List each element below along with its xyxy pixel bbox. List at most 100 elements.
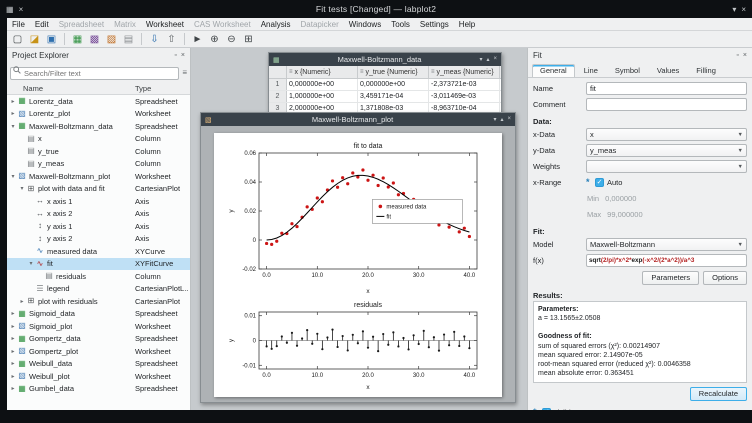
tree-item-x-axis-2[interactable]: ↔x axis 2Axis <box>7 208 190 221</box>
name-column-header[interactable]: Name <box>23 84 43 93</box>
menu-settings[interactable]: Settings <box>415 20 454 29</box>
name-input[interactable] <box>586 82 747 95</box>
window-close-icon[interactable]: × <box>507 116 511 123</box>
tree-item-gumbel-data[interactable]: ▸▦Gumbel_dataSpreadsheet <box>7 383 190 396</box>
expand-arrow-icon[interactable]: ▾ <box>18 185 26 192</box>
new-matrix-icon[interactable]: ▩ <box>87 32 102 46</box>
tree-item-y-true[interactable]: ▤y_trueColumn <box>7 145 190 158</box>
options-button[interactable]: Options <box>703 271 747 285</box>
menu-analysis[interactable]: Analysis <box>256 20 296 29</box>
sheet-cell[interactable]: 3,459171e-04 <box>358 91 429 102</box>
zoom-in-icon[interactable]: ⊕ <box>207 32 222 46</box>
tree-item-plot-with-data-and-fit[interactable]: ▾⊞plot with data and fitCartesianPlot <box>7 183 190 196</box>
tab-line[interactable]: Line <box>576 64 606 77</box>
sheet-cell[interactable]: 0,000000e+00 <box>358 79 429 90</box>
expand-arrow-icon[interactable]: ▸ <box>9 335 17 342</box>
tree-item-weibull-plot[interactable]: ▸▧Weibull_plotWorksheet <box>7 370 190 383</box>
recalculate-button[interactable]: Recalculate <box>690 387 747 401</box>
tab-filling[interactable]: Filling <box>688 64 724 77</box>
y-data-combobox[interactable]: y_meas ▼ <box>586 144 747 157</box>
expand-arrow-icon[interactable]: ▾ <box>9 123 17 130</box>
model-combobox[interactable]: Maxwell-Boltzmann ▼ <box>586 238 747 251</box>
window-shade-icon[interactable]: ▾ <box>732 5 736 14</box>
tree-item-sigmoid-data[interactable]: ▸▦Sigmoid_dataSpreadsheet <box>7 308 190 321</box>
expand-arrow-icon[interactable]: ▸ <box>9 310 17 317</box>
weights-combobox[interactable]: ▼ <box>586 160 747 173</box>
sheet-cell[interactable]: 0,000000e+00 <box>287 79 358 90</box>
expand-arrow-icon[interactable]: ▸ <box>9 373 17 380</box>
menu-edit[interactable]: Edit <box>30 20 54 29</box>
tree-item-sigmoid-plot[interactable]: ▸▧Sigmoid_plotWorksheet <box>7 320 190 333</box>
tree-item-plot-with-residuals[interactable]: ▸⊞plot with residualsCartesianPlot <box>7 295 190 308</box>
tab-values[interactable]: Values <box>649 64 687 77</box>
new-project-icon[interactable]: ▢ <box>10 32 25 46</box>
tree-item-gompertz-plot[interactable]: ▸▧Gompertz_plotWorksheet <box>7 345 190 358</box>
tree-item-measured-data[interactable]: ∿measured dataXYCurve <box>7 245 190 258</box>
tree-item-y-meas[interactable]: ▤y_measColumn <box>7 158 190 171</box>
import-data-icon[interactable]: ⇩ <box>147 32 162 46</box>
expand-arrow-icon[interactable]: ▾ <box>9 173 17 180</box>
type-column-header[interactable]: Type <box>135 84 151 93</box>
open-project-icon[interactable]: ◪ <box>27 32 42 46</box>
sheet-column-header[interactable]: ≡y_true {Numeric} <box>358 66 429 78</box>
new-worksheet-icon[interactable]: ▨ <box>104 32 119 46</box>
comment-input[interactable] <box>586 98 747 111</box>
menu-file[interactable]: File <box>7 20 30 29</box>
tab-symbol[interactable]: Symbol <box>607 64 648 77</box>
fit-plot[interactable]: fit to data0.010.020.030.040.0-0.0200.02… <box>225 137 490 300</box>
sheet-corner[interactable] <box>269 66 287 78</box>
tree-item-x-axis-1[interactable]: ↔x axis 1Axis <box>7 195 190 208</box>
new-note-icon[interactable]: ▤ <box>121 32 136 46</box>
filter-options-icon[interactable]: ≡ <box>182 68 187 77</box>
tree-item-y-axis-1[interactable]: ↕y axis 1Axis <box>7 220 190 233</box>
sheet-cell[interactable]: -3,011469e-03 <box>429 91 500 102</box>
dock-close-icon[interactable]: × <box>181 52 185 59</box>
x-data-combobox[interactable]: x ▼ <box>586 128 747 141</box>
expand-arrow-icon[interactable]: ▾ <box>27 260 35 267</box>
menu-cas-worksheet[interactable]: CAS Worksheet <box>189 20 256 29</box>
tree-column-headers[interactable]: Name Type <box>7 82 190 95</box>
menu-help[interactable]: Help <box>454 20 480 29</box>
expand-arrow-icon[interactable]: ▸ <box>18 298 26 305</box>
menu-tools[interactable]: Tools <box>386 20 415 29</box>
tab-general[interactable]: General <box>532 64 575 77</box>
tree-item-lorentz-plot[interactable]: ▸▧Lorentz_plotWorksheet <box>7 108 190 121</box>
residuals-plot[interactable]: residuals0.010.020.030.040.0-0.0100.01xy <box>225 299 490 396</box>
save-project-icon[interactable]: ▣ <box>44 32 59 46</box>
expand-arrow-icon[interactable]: ▸ <box>9 98 17 105</box>
select-tool-icon[interactable]: ► <box>190 32 205 46</box>
window-restore-icon[interactable]: ▴ <box>486 56 489 63</box>
expand-arrow-icon[interactable]: ▸ <box>9 110 17 117</box>
tree-item-maxwell-boltzmann-plot[interactable]: ▾▧Maxwell-Boltzmann_plotWorksheet <box>7 170 190 183</box>
sheet-column-header[interactable]: ≡x {Numeric} <box>287 66 358 78</box>
dock-float-icon[interactable]: ▫ <box>174 52 176 59</box>
new-spreadsheet-icon[interactable]: ▦ <box>70 32 85 46</box>
expand-arrow-icon[interactable]: ▸ <box>9 348 17 355</box>
fit-page-icon[interactable]: ⊞ <box>241 32 256 46</box>
sheet-cell[interactable]: -2,373721e-03 <box>429 79 500 90</box>
row-number[interactable]: 2 <box>269 91 287 102</box>
tree-item-residuals[interactable]: ▤residualsColumn <box>7 270 190 283</box>
tree-item-weibull-data[interactable]: ▸▦Weibull_dataSpreadsheet <box>7 358 190 371</box>
tree-item-fit[interactable]: ▾∿fitXYFitCurve <box>7 258 190 271</box>
expand-arrow-icon[interactable]: ▸ <box>9 323 17 330</box>
worksheet-window-titlebar[interactable]: ▧ Maxwell-Boltzmann_plot ▾ ▴ × <box>201 113 515 126</box>
dock-float-icon[interactable]: ▫ <box>736 52 738 59</box>
window-shade-icon[interactable]: ▾ <box>479 56 482 63</box>
menu-windows[interactable]: Windows <box>344 20 386 29</box>
tree-item-x[interactable]: ▤xColumn <box>7 133 190 146</box>
parameters-button[interactable]: Parameters <box>642 271 699 285</box>
tree-item-maxwell-boltzmann-data[interactable]: ▾▦Maxwell-Boltzmann_dataSpreadsheet <box>7 120 190 133</box>
row-number[interactable]: 1 <box>269 79 287 90</box>
menu-spreadsheet[interactable]: Spreadsheet <box>54 20 109 29</box>
expand-arrow-icon[interactable]: ▸ <box>9 360 17 367</box>
window-restore-icon[interactable]: ▴ <box>500 116 503 123</box>
worksheet-window[interactable]: ▧ Maxwell-Boltzmann_plot ▾ ▴ × fit to da… <box>200 112 516 403</box>
expand-arrow-icon[interactable]: ▸ <box>9 385 17 392</box>
menu-datapicker[interactable]: Datapicker <box>296 20 344 29</box>
workspace-icon[interactable]: × <box>19 5 24 14</box>
window-close-icon[interactable]: × <box>493 56 497 63</box>
tree-item-lorentz-data[interactable]: ▸▦Lorentz_dataSpreadsheet <box>7 95 190 108</box>
menu-worksheet[interactable]: Worksheet <box>141 20 189 29</box>
project-filter-input[interactable] <box>10 67 179 80</box>
